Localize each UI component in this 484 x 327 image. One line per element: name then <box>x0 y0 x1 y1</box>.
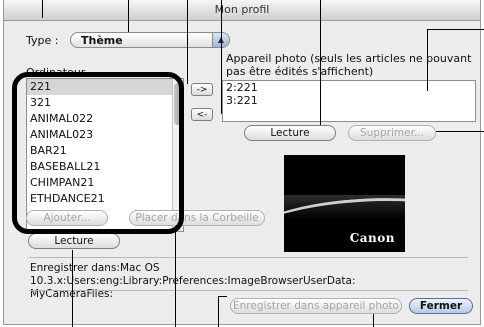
callout-line <box>128 0 129 32</box>
separator <box>29 290 468 291</box>
add-to-camera-button[interactable]: -> <box>191 83 213 96</box>
computer-list-item[interactable]: ANIMAL022 <box>27 111 183 127</box>
callout-line <box>187 0 188 84</box>
ajouter-button[interactable]: Ajouter... <box>26 210 108 226</box>
callout-line <box>218 296 219 327</box>
scrollbar-thumb[interactable] <box>174 83 182 125</box>
computer-list-scrollbar[interactable] <box>172 79 183 231</box>
preview-image: Canon <box>284 155 405 252</box>
separator <box>29 257 468 258</box>
camera-label: Appareil photo (seuls les articles ne po… <box>226 52 472 78</box>
lecture-computer-button[interactable]: Lecture <box>28 233 120 249</box>
computer-list[interactable]: 221 321 ANIMAL022 ANIMAL023 BAR21 BASEBALL21 C… <box>26 78 184 232</box>
computer-list-item[interactable]: 321 <box>27 95 183 111</box>
enregistrer-appareil-button[interactable]: Enregistrer dans appareil photo <box>230 298 402 314</box>
computer-list-item[interactable]: ETHDANCE21 <box>27 191 183 207</box>
computer-list-item[interactable]: BASEBALL21 <box>27 159 183 175</box>
canon-logo: Canon <box>349 231 395 245</box>
callout-line <box>427 29 484 30</box>
callout-line <box>320 0 321 125</box>
title-bar[interactable]: Mon profil <box>4 0 480 21</box>
camera-list-item[interactable]: 3:221 <box>223 94 475 107</box>
callout-line <box>175 226 176 327</box>
camera-list[interactable]: 2:221 3:221 <box>222 80 476 122</box>
computer-list-item[interactable]: 221 <box>27 79 183 95</box>
window-title: Mon profil <box>214 3 270 16</box>
profile-window: Mon profil Type : Thème ▲ Ordinateur 221… <box>3 0 481 325</box>
fermer-button[interactable]: Fermer <box>409 298 473 314</box>
callout-line <box>42 0 43 18</box>
callout-line <box>72 250 73 327</box>
computer-list-item[interactable]: BAR21 <box>27 143 183 159</box>
type-popup[interactable]: Thème ▲ <box>70 32 230 48</box>
placer-corbeille-button[interactable]: Placer dans la Corbeille <box>129 210 265 226</box>
remove-from-camera-button[interactable]: <- <box>191 108 213 121</box>
callout-line <box>218 296 227 297</box>
computer-list-item[interactable]: CHIMPAN21 <box>27 175 183 191</box>
callout-line <box>436 131 484 132</box>
callout-line <box>427 29 428 91</box>
lecture-camera-button[interactable]: Lecture <box>244 125 336 141</box>
callout-line <box>373 314 374 327</box>
save-path-text: Enregistrer dans:Mac OS 10.3.x:Users:eng… <box>30 262 356 300</box>
supprimer-button[interactable]: Supprimer... <box>348 125 436 141</box>
callout-line <box>221 0 222 114</box>
computer-list-item[interactable]: ANIMAL023 <box>27 127 183 143</box>
type-label: Type : <box>26 34 59 47</box>
camera-list-item[interactable]: 2:221 <box>223 81 475 94</box>
type-popup-value: Thème <box>81 34 123 47</box>
